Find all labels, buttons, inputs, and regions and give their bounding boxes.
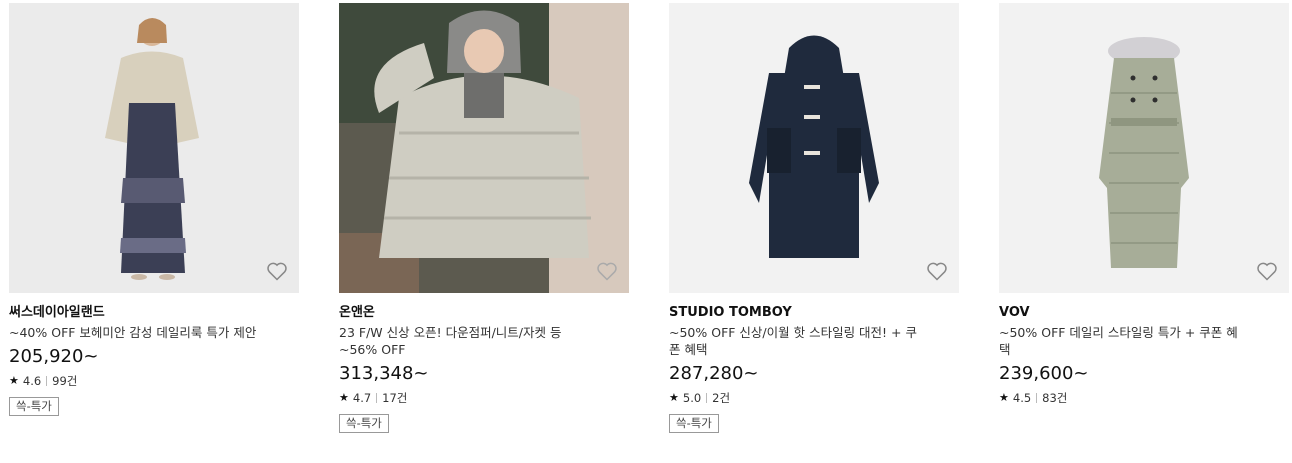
product-image[interactable] [999,3,1289,293]
product-photo-model-puffer [339,3,629,293]
product-card[interactable]: STUDIO TOMBOY ~50% OFF 신상/이월 핫 스타일링 대전! … [669,0,959,433]
brand-name[interactable]: VOV [999,304,1289,321]
product-image[interactable] [9,3,299,293]
product-price: 239,600~ [999,363,1089,384]
product-card[interactable]: 온앤온 23 F/W 신상 오픈! 다운점퍼/니트/자켓 등 ~56% OFF … [339,0,629,433]
wishlist-heart-icon[interactable] [1255,259,1279,283]
review-count: 99건 [52,374,78,388]
promo-badge: 쓱-특가 [669,414,719,433]
product-photo-navy-duffle-coat [669,3,959,293]
divider [706,393,708,403]
review-count: 2건 [712,391,731,405]
rating-value: 4.7 [352,391,372,405]
divider [1036,393,1038,403]
star-icon: ★ [999,391,1009,404]
product-photo-sage-long-down-coat [999,3,1289,293]
rating-row: ★ 4.6 99건 [9,374,299,388]
promo-badge: 쓱-특가 [9,397,59,416]
rating-row: ★ 5.0 2건 [669,391,959,405]
rating-row: ★ 4.5 83건 [999,391,1289,405]
product-image[interactable] [339,3,629,293]
star-icon: ★ [669,391,679,404]
product-card[interactable]: VOV ~50% OFF 데일리 스타일링 특가 + 쿠폰 혜택 239,600… [999,0,1289,405]
review-count: 83건 [1042,391,1068,405]
review-count: 17건 [382,391,408,405]
product-image[interactable] [669,3,959,293]
wishlist-heart-icon[interactable] [595,259,619,283]
brand-name[interactable]: 온앤온 [339,304,629,321]
wishlist-heart-icon[interactable] [925,259,949,283]
star-icon: ★ [339,391,349,404]
divider [376,393,378,403]
rating-value: 5.0 [682,391,702,405]
product-description[interactable]: ~50% OFF 신상/이월 핫 스타일링 대전! + 쿠폰 혜택 [669,324,919,358]
product-price: 287,280~ [669,363,759,384]
brand-name[interactable]: STUDIO TOMBOY [669,304,959,321]
rating-value: 4.5 [1012,391,1032,405]
product-price: 313,348~ [339,363,429,384]
rating-value: 4.6 [22,374,42,388]
product-photo-model-long-dress [9,3,299,293]
promo-badge: 쓱-특가 [339,414,389,433]
product-description[interactable]: ~50% OFF 데일리 스타일링 특가 + 쿠폰 혜택 [999,324,1249,358]
product-card[interactable]: 써스데이아일랜드 ~40% OFF 보헤미안 감성 데일리룩 특가 제안 205… [9,0,299,416]
divider [46,376,48,386]
wishlist-heart-icon[interactable] [265,259,289,283]
product-description[interactable]: 23 F/W 신상 오픈! 다운점퍼/니트/자켓 등 ~56% OFF [339,324,589,358]
product-description[interactable]: ~40% OFF 보헤미안 감성 데일리룩 특가 제안 [9,324,259,341]
product-price: 205,920~ [9,346,99,367]
brand-name[interactable]: 써스데이아일랜드 [9,304,299,321]
star-icon: ★ [9,374,19,387]
rating-row: ★ 4.7 17건 [339,391,629,405]
